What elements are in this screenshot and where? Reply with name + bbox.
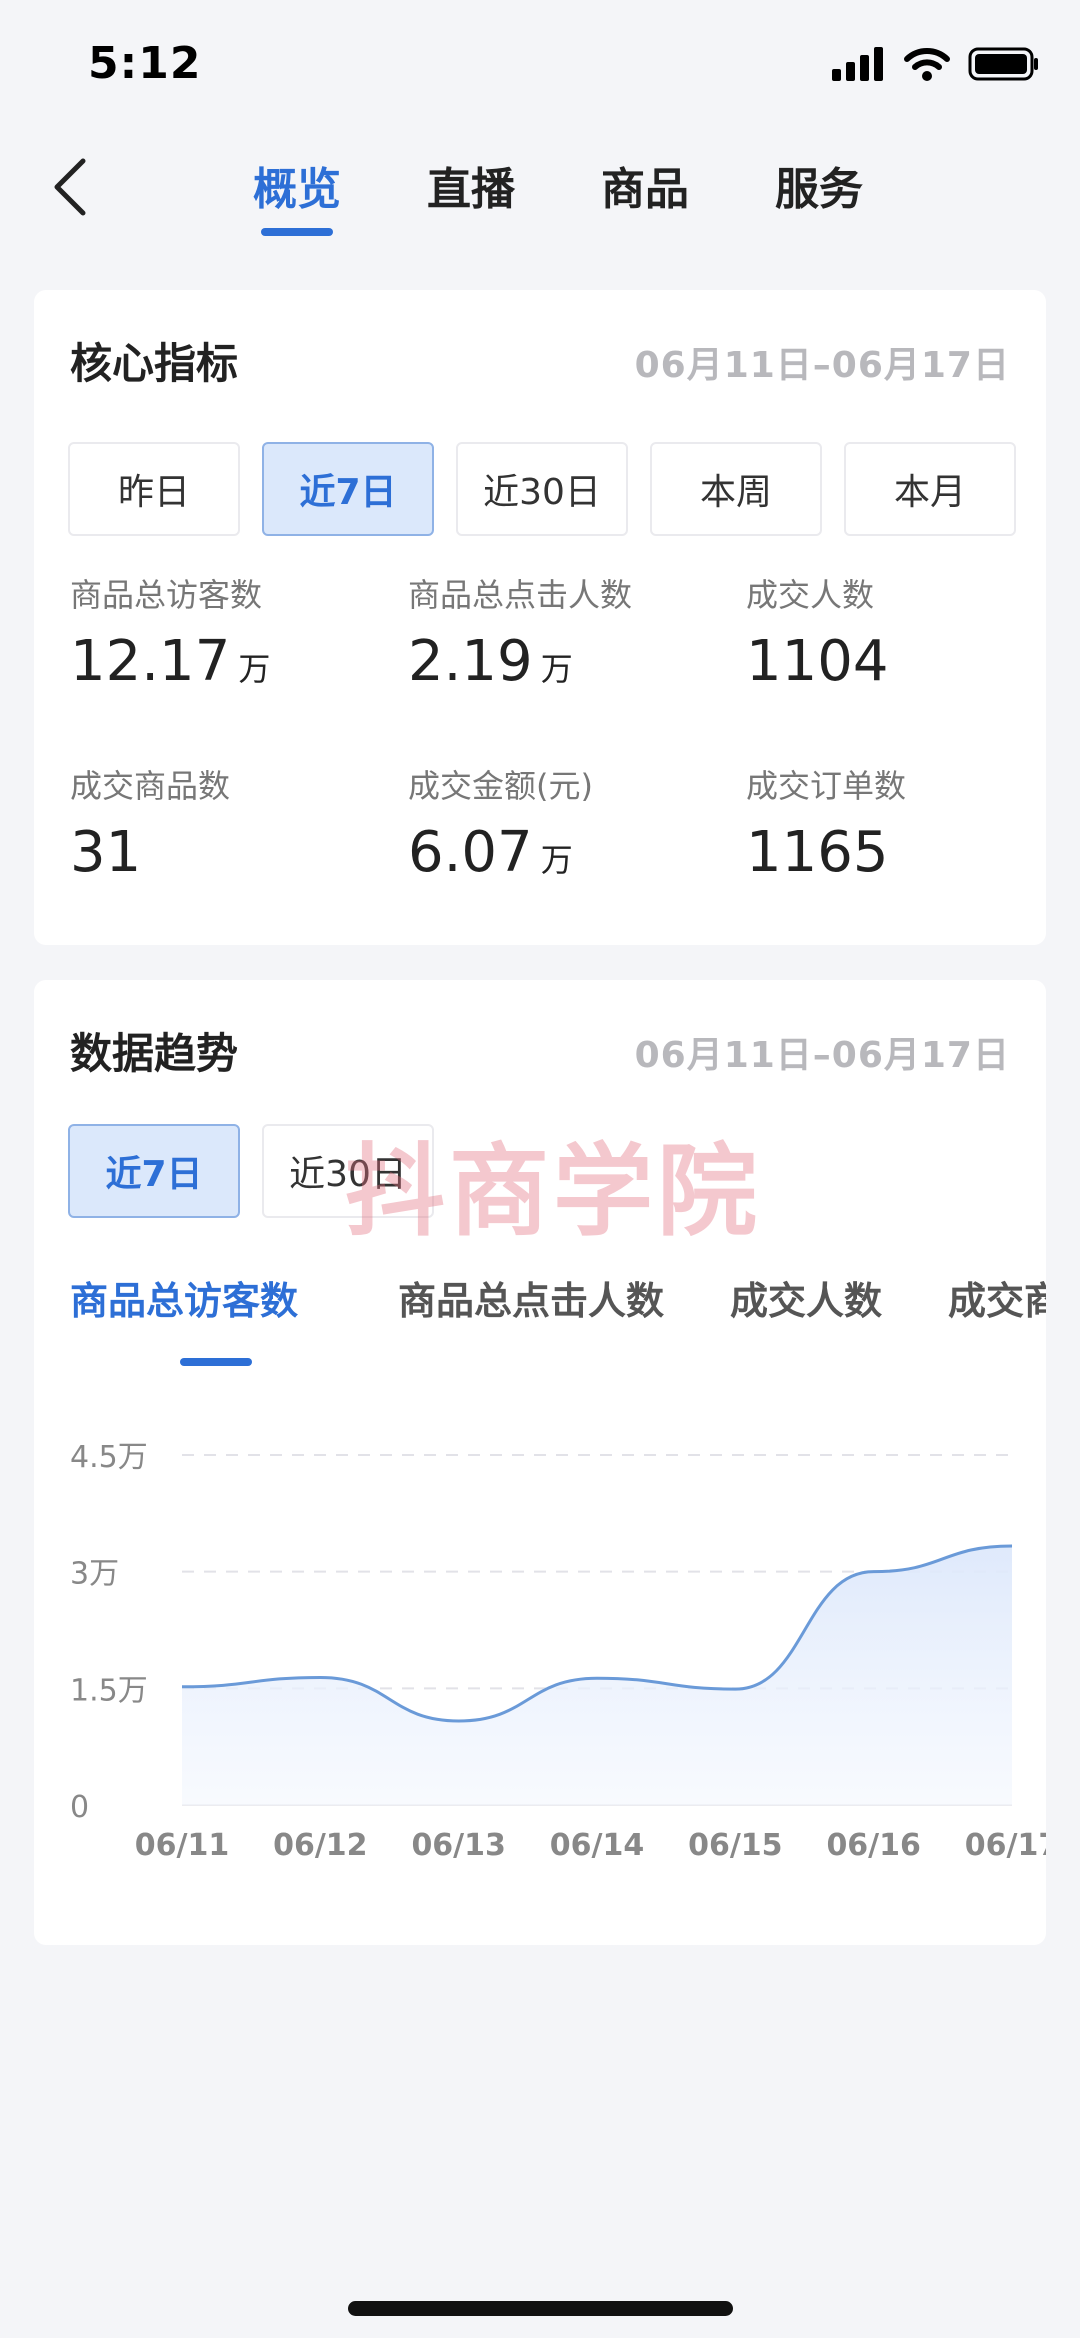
data-point[interactable] xyxy=(873,1571,875,1573)
metric-number: 1165 xyxy=(746,820,889,885)
tab-live-label: 直播 xyxy=(427,164,515,215)
metric-item[interactable]: 成交人数 1104 xyxy=(746,570,1020,701)
x-tick-label: 06/16 xyxy=(826,1828,920,1863)
tab-products-label: 商品 xyxy=(601,164,689,215)
series-area-fill xyxy=(182,1546,1012,1805)
metric-unit: 万 xyxy=(238,650,271,688)
metric-label: 商品总点击人数 xyxy=(408,576,633,614)
signal-icon xyxy=(832,47,883,81)
metric-value: 1104 xyxy=(746,630,1020,694)
metrics-grid: 商品总访客数 12.17 万 商品总点击人数 2.19 万 成交人数 1104 成交… xyxy=(70,570,1020,892)
range-30d-button[interactable]: 近30日 xyxy=(456,442,628,536)
range-yesterday-button[interactable]: 昨日 xyxy=(68,442,240,536)
x-tick-label: 06/17 xyxy=(965,1828,1046,1863)
tab-live[interactable]: 直播 xyxy=(384,130,558,250)
range-this-month-button[interactable]: 本月 xyxy=(844,442,1016,536)
wifi-icon xyxy=(904,48,950,81)
tab-service-label: 服务 xyxy=(775,164,863,215)
metric-item[interactable]: 成交商品数 31 xyxy=(70,761,408,892)
metric-number: 1104 xyxy=(746,629,889,694)
tab-overview-label: 概览 xyxy=(253,164,341,215)
x-tick-label: 06/15 xyxy=(688,1828,782,1863)
metric-value: 6.07 万 xyxy=(408,821,746,892)
home-indicator[interactable] xyxy=(348,2301,733,2316)
range-7d-button[interactable]: 近7日 xyxy=(262,442,434,536)
metric-number: 6.07 xyxy=(408,820,533,885)
metric-number: 31 xyxy=(70,820,142,885)
metric-tab-clicks[interactable]: 商品总点击人数 xyxy=(398,1270,664,1325)
metric-label: 商品总访客数 xyxy=(70,576,263,614)
y-tick-label: 0 xyxy=(70,1790,89,1825)
top-nav: 概览 直播 商品 服务 xyxy=(0,130,1080,260)
chart-x-axis: 06/11 06/12 06/13 06/14 06/15 06/16 06/17 xyxy=(135,1828,1046,1863)
data-point[interactable] xyxy=(1011,1545,1013,1547)
core-range-selector: 昨日 近7日 近30日 本周 本月 xyxy=(68,442,1016,536)
x-tick-label: 06/13 xyxy=(411,1828,505,1863)
metric-label: 成交订单数 xyxy=(746,767,907,805)
data-point[interactable] xyxy=(734,1688,736,1690)
screen: 5:12 概览 直播 商品 服务 核心指标 06月11日–06月17日 昨日 近… xyxy=(0,0,1080,2338)
metric-tab-buyers[interactable]: 成交人数 xyxy=(730,1270,882,1325)
back-button[interactable] xyxy=(40,152,100,222)
metric-number: 2.19 xyxy=(408,629,533,694)
data-point[interactable] xyxy=(596,1677,598,1679)
x-tick-label: 06/11 xyxy=(135,1828,229,1863)
tab-active-indicator xyxy=(261,228,333,236)
metric-item[interactable]: 商品总点击人数 2.19 万 xyxy=(408,570,746,701)
metric-label: 成交商品数 xyxy=(70,767,231,805)
battery-icon xyxy=(968,47,1038,81)
metric-number: 12.17 xyxy=(70,629,231,694)
metric-value: 1165 xyxy=(746,821,1020,885)
tab-products[interactable]: 商品 xyxy=(558,130,732,250)
y-tick-label: 4.5万 xyxy=(70,1440,148,1475)
trend-date-range: 06月11日–06月17日 xyxy=(634,1035,1010,1076)
metric-unit: 万 xyxy=(540,650,573,688)
trend-title: 数据趋势 xyxy=(70,1029,239,1078)
chart-y-axis: 0 1.5万 3万 4.5万 xyxy=(70,1440,148,1825)
metric-value: 31 xyxy=(70,821,408,885)
metric-label: 成交金额(元) xyxy=(408,767,593,805)
metric-tab-active-indicator xyxy=(180,1358,252,1366)
tab-service[interactable]: 服务 xyxy=(732,130,906,250)
tab-overview[interactable]: 概览 xyxy=(210,130,384,250)
metric-value: 2.19 万 xyxy=(408,630,746,701)
core-date-range: 06月11日–06月17日 xyxy=(634,345,1010,386)
trend-metric-tabs: 商品总访客数 商品总点击人数 成交人数 成交商 xyxy=(70,1270,1046,1370)
status-time: 5:12 xyxy=(88,38,202,89)
range-this-week-button[interactable]: 本周 xyxy=(650,442,822,536)
metric-item[interactable]: 成交订单数 1165 xyxy=(746,761,1020,892)
status-bar: 5:12 xyxy=(0,0,1080,120)
back-chevron-icon xyxy=(54,158,86,216)
data-point[interactable] xyxy=(319,1676,321,1678)
metric-unit: 万 xyxy=(540,841,573,879)
trend-range-7d-button[interactable]: 近7日 xyxy=(68,1124,240,1218)
y-tick-label: 1.5万 xyxy=(70,1673,148,1708)
metric-tab-deal-products[interactable]: 成交商 xyxy=(948,1270,1046,1325)
watermark: 抖商学院 xyxy=(345,1133,761,1250)
chart-area-layer xyxy=(181,1544,1013,1805)
data-point[interactable] xyxy=(181,1686,183,1688)
core-metrics-title: 核心指标 xyxy=(70,339,239,388)
metric-item[interactable]: 商品总访客数 12.17 万 xyxy=(70,570,408,701)
x-tick-label: 06/12 xyxy=(273,1828,367,1863)
x-tick-label: 06/14 xyxy=(550,1828,644,1863)
core-metrics-card: 核心指标 06月11日–06月17日 昨日 近7日 近30日 本周 本月 商品总… xyxy=(34,290,1046,945)
metric-item[interactable]: 成交金额(元) 6.07 万 xyxy=(408,761,746,892)
status-icons xyxy=(832,44,1040,84)
metric-tab-visitors[interactable]: 商品总访客数 xyxy=(70,1270,298,1325)
trend-chart: 01.5万3万4.5万 06/11 06/12 06/13 06/14 06/15 06/… xyxy=(70,1440,1046,1863)
metric-label: 成交人数 xyxy=(746,576,875,614)
metric-value: 12.17 万 xyxy=(70,630,408,701)
y-tick-label: 3万 xyxy=(70,1557,119,1592)
data-point[interactable] xyxy=(458,1720,460,1722)
nav-tabs: 概览 直播 商品 服务 xyxy=(210,130,906,250)
